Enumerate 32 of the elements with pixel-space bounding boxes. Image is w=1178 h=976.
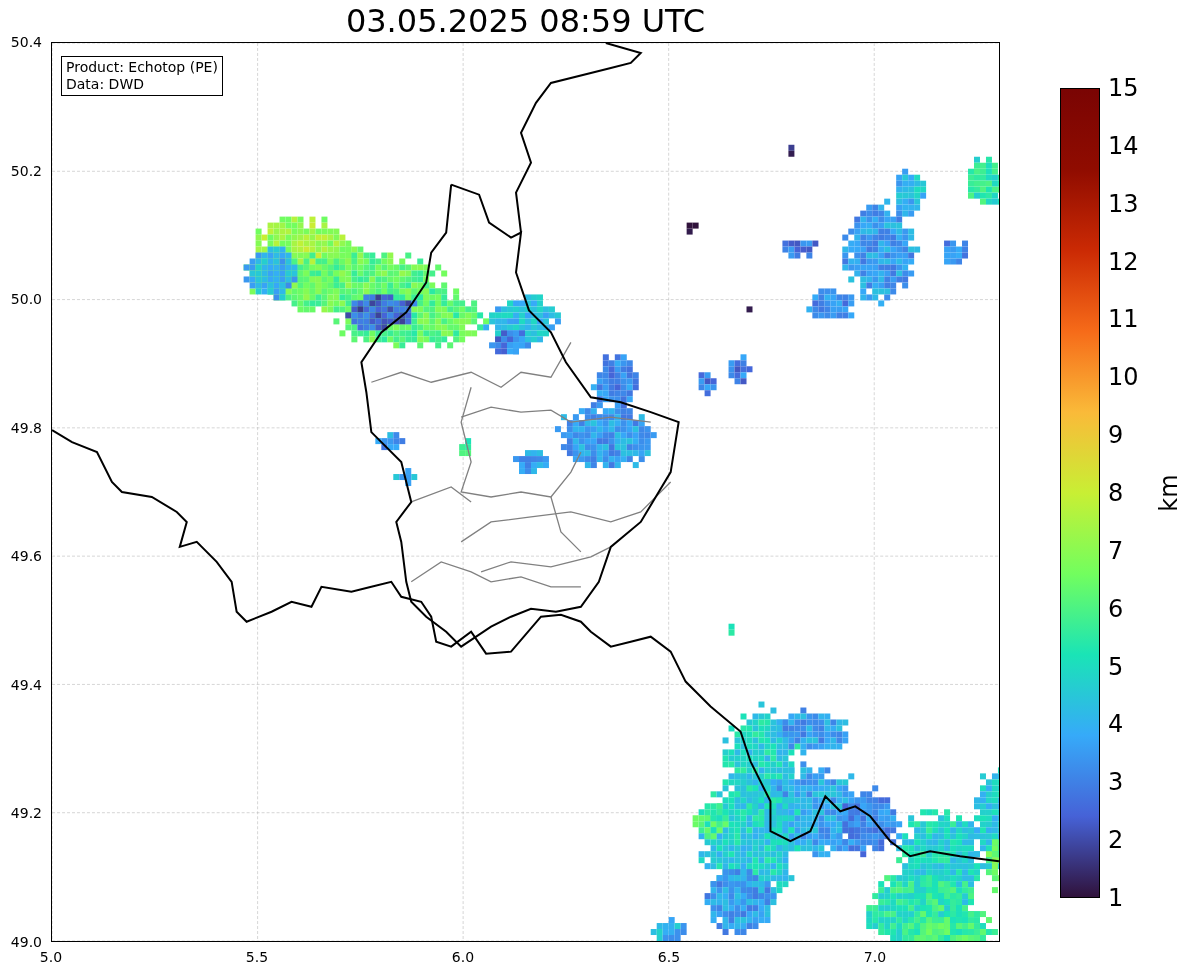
colorbar-tick-label: 10 xyxy=(1108,365,1139,390)
colorbar-tick-label: 12 xyxy=(1108,249,1139,274)
x-tick-label: 7.0 xyxy=(863,950,887,964)
colorbar-tick-label: 8 xyxy=(1108,481,1124,505)
y-tick-label: 49.2 xyxy=(10,806,42,821)
colorbar-tick-label: 4 xyxy=(1108,712,1124,737)
x-tick-label: 5.5 xyxy=(245,950,269,964)
colorbar-tick-label: 2 xyxy=(1108,828,1124,853)
colorbar-tick-label: 15 xyxy=(1108,76,1139,100)
colorbar-tick-label: 13 xyxy=(1108,191,1139,216)
colorbar-tick-label: 7 xyxy=(1108,538,1124,563)
colorbar-tick-label: 6 xyxy=(1108,596,1124,621)
chart-title: 03.05.2025 08:59 UTC xyxy=(345,5,706,37)
y-tick-label: 49.4 xyxy=(10,677,42,692)
y-tick-label: 49.0 xyxy=(10,935,42,949)
x-tick-label: 6.5 xyxy=(657,950,681,964)
y-tick-label: 49.8 xyxy=(10,420,42,435)
y-tick-label: 50.0 xyxy=(10,292,42,307)
colorbar-tick-label: 5 xyxy=(1108,654,1124,679)
y-tick-label: 49.6 xyxy=(10,549,42,564)
info-text: Product: Echotop (PE) xyxy=(66,59,218,76)
colorbar-label: km xyxy=(1156,474,1178,512)
colorbar-tick-label: 11 xyxy=(1108,307,1139,332)
x-tick-label: 6.0 xyxy=(451,950,475,964)
info-text: Data: DWD xyxy=(66,76,145,93)
y-tick-label: 50.4 xyxy=(10,35,42,49)
colorbar-tick-label: 14 xyxy=(1108,133,1139,158)
colorbar-tick-label: 3 xyxy=(1108,770,1124,795)
x-tick-label: 5.0 xyxy=(39,950,63,964)
colorbar-tick-label: 9 xyxy=(1108,423,1124,448)
colorbar-tick-label: 1 xyxy=(1108,886,1124,910)
y-tick-label: 50.2 xyxy=(10,163,42,178)
